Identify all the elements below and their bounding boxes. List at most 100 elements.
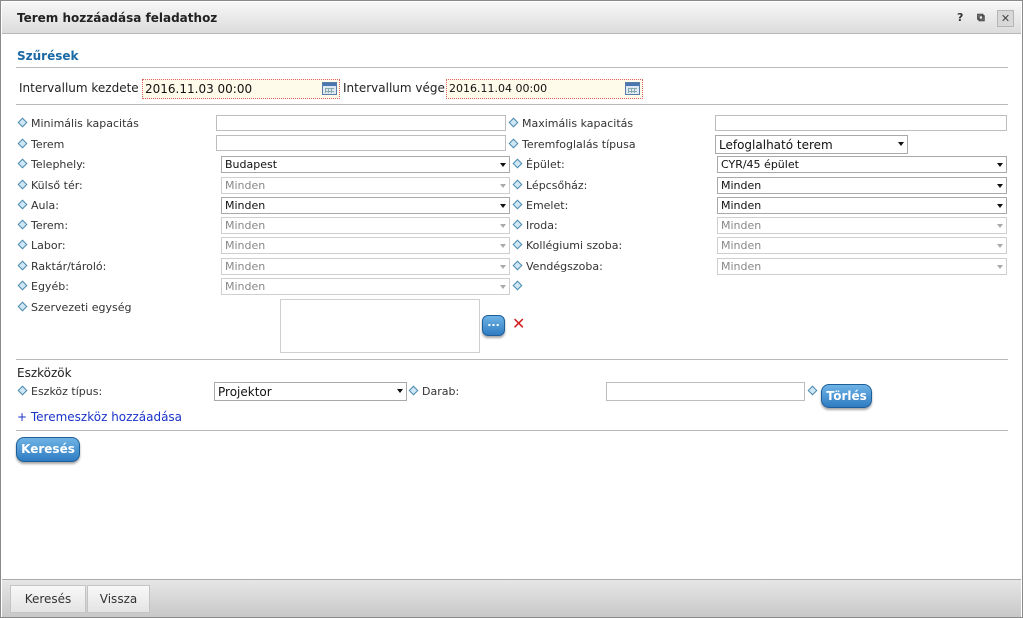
tools-section-title: Eszközök — [17, 366, 72, 380]
interval-end-field[interactable]: 2016.11.04 00:00 — [446, 79, 643, 99]
info-diamond-icon — [508, 138, 519, 149]
max-capacity-input[interactable] — [715, 115, 1007, 131]
chevron-down-icon — [997, 265, 1003, 269]
info-diamond-icon — [512, 239, 523, 250]
info-diamond-icon — [408, 385, 419, 396]
site-value: Budapest — [225, 158, 278, 171]
divider — [16, 359, 1008, 360]
site-label: Telephely: — [17, 158, 86, 171]
outdoor-value: Minden — [225, 179, 266, 192]
footer-bar: Keresés Vissza — [2, 579, 1021, 617]
org-unit-browse-button[interactable]: ... — [482, 315, 505, 336]
org-unit-list[interactable] — [280, 299, 480, 353]
outdoor-label: Külső tér: — [17, 179, 83, 192]
info-diamond-icon — [17, 158, 28, 169]
floor-select[interactable]: Minden — [717, 197, 1007, 214]
interval-end-value: 2016.11.04 00:00 — [449, 82, 548, 95]
lab-value: Minden — [225, 239, 266, 252]
staircase-select[interactable]: Minden — [717, 177, 1007, 194]
guestroom-select: Minden — [717, 258, 1007, 275]
interval-start-label: Intervallum kezdete — [19, 81, 139, 95]
info-diamond-icon — [17, 301, 28, 312]
empty-label — [512, 280, 526, 293]
dialog-window: Terem hozzáadása feladathoz ? ⧉ ✕ Szűrés… — [0, 0, 1023, 618]
building-value: CYR/45 épület — [721, 158, 799, 171]
min-capacity-label: Minimális kapacitás — [17, 117, 139, 130]
staircase-value: Minden — [721, 179, 762, 192]
filters-section-title: Szűrések — [17, 49, 79, 63]
other-select: Minden — [221, 278, 510, 295]
booking-type-value: Lefoglalható terem — [719, 138, 833, 152]
storage-label: Raktár/tároló: — [17, 260, 106, 273]
room-input[interactable] — [216, 135, 506, 151]
outdoor-select: Minden — [221, 177, 510, 194]
info-diamond-icon — [512, 199, 523, 210]
interval-end-label: Intervallum vége — [343, 81, 445, 95]
add-tool-link[interactable]: + Teremeszköz hozzáadása — [17, 410, 182, 424]
storage-value: Minden — [225, 260, 266, 273]
floor-value: Minden — [721, 199, 762, 212]
guestroom-label: Vendégszoba: — [512, 260, 603, 273]
chevron-down-icon — [500, 224, 506, 228]
info-diamond-icon — [17, 117, 28, 128]
guestroom-value: Minden — [721, 260, 762, 273]
info-diamond-icon — [17, 138, 28, 149]
help-icon[interactable]: ? — [957, 11, 963, 24]
count-input[interactable] — [606, 382, 805, 401]
info-diamond-icon — [512, 260, 523, 271]
building-label: Épület: — [512, 158, 565, 171]
info-diamond-icon — [807, 385, 818, 396]
info-diamond-icon — [512, 179, 523, 190]
chevron-down-icon — [997, 204, 1003, 208]
dorm-label: Kollégiumi szoba: — [512, 239, 622, 252]
divider — [16, 104, 1008, 105]
room-label: Terem — [17, 138, 64, 151]
room2-select: Minden — [221, 217, 510, 234]
search-button[interactable]: Keresés — [16, 437, 80, 462]
chevron-down-icon — [500, 163, 506, 167]
interval-start-field[interactable]: 2016.11.03 00:00 — [142, 79, 340, 99]
min-capacity-input[interactable] — [216, 115, 506, 131]
lab-label: Labor: — [17, 239, 66, 252]
booking-type-label: Teremfoglalás típusa — [508, 138, 636, 151]
office-label: Iroda: — [512, 219, 558, 232]
staircase-label: Lépcsőház: — [512, 179, 587, 192]
divider — [16, 67, 1008, 68]
chevron-down-icon — [397, 389, 403, 393]
tool-type-select[interactable]: Projektor — [214, 382, 407, 401]
chevron-down-icon — [500, 184, 506, 188]
close-icon[interactable]: ✕ — [997, 10, 1014, 27]
info-diamond-icon — [17, 219, 28, 230]
title-bar: Terem hozzáadása feladathoz ? ⧉ ✕ — [2, 2, 1021, 34]
popout-icon[interactable]: ⧉ — [977, 11, 985, 25]
building-select[interactable]: CYR/45 épület — [717, 156, 1007, 173]
footer-search-button[interactable]: Keresés — [10, 585, 86, 613]
clear-icon[interactable]: ✕ — [512, 314, 525, 333]
info-diamond-icon — [17, 179, 28, 190]
chevron-down-icon — [500, 244, 506, 248]
interval-start-value: 2016.11.03 00:00 — [145, 82, 253, 96]
calendar-icon[interactable] — [322, 82, 337, 95]
hall-select[interactable]: Minden — [221, 197, 510, 214]
site-select[interactable]: Budapest — [221, 156, 510, 173]
footer-back-button[interactable]: Vissza — [87, 585, 150, 613]
calendar-icon[interactable] — [625, 82, 640, 95]
info-diamond-icon — [508, 117, 519, 128]
chevron-down-icon — [997, 244, 1003, 248]
org-unit-label: Szervezeti egység — [17, 301, 131, 314]
info-diamond-icon — [17, 199, 28, 210]
other-label: Egyéb: — [17, 280, 69, 293]
booking-type-select[interactable]: Lefoglalható terem — [715, 135, 908, 154]
info-diamond-icon — [17, 385, 28, 396]
delete-tool-button[interactable]: Törlés — [821, 384, 872, 408]
hall-value: Minden — [225, 199, 266, 212]
info-diamond-icon — [512, 158, 523, 169]
dialog-title: Terem hozzáadása feladathoz — [17, 11, 218, 25]
chevron-down-icon — [898, 142, 904, 146]
chevron-down-icon — [500, 285, 506, 289]
chevron-down-icon — [500, 204, 506, 208]
tool-type-value: Projektor — [218, 385, 272, 399]
room2-label: Terem: — [17, 219, 68, 232]
lab-select: Minden — [221, 237, 510, 254]
info-diamond-icon — [17, 280, 28, 291]
